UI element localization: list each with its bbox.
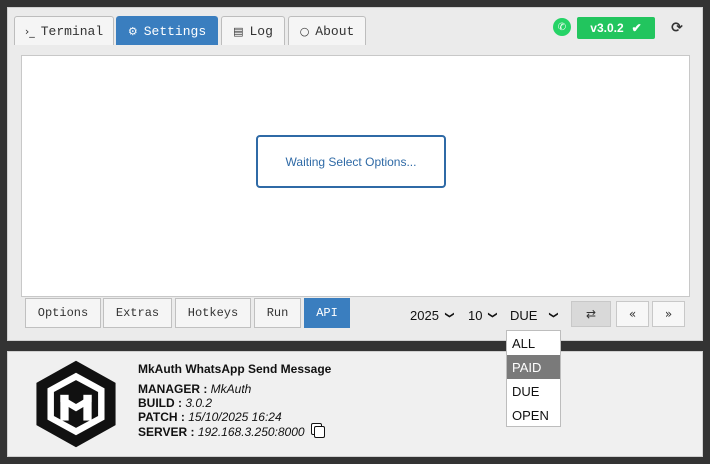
year-value: 2025 xyxy=(410,307,439,323)
year-select[interactable]: 2025 ❯ xyxy=(410,306,454,324)
comment-icon: ○ xyxy=(299,24,310,38)
retweet-button[interactable]: ⇄ xyxy=(571,301,611,327)
previous-button[interactable]: « xyxy=(616,301,649,327)
chevron-down-icon: ❯ xyxy=(443,311,454,319)
server-label: SERVER : xyxy=(138,425,195,439)
tab-about[interactable]: ○ About xyxy=(288,16,366,45)
gears-icon: ⚙ xyxy=(127,24,138,38)
next-button[interactable]: » xyxy=(652,301,685,327)
build-row: BUILD : 3.0.2 xyxy=(138,396,331,410)
option-open[interactable]: OPEN xyxy=(507,403,560,427)
api-button[interactable]: API xyxy=(304,298,350,328)
list-icon: ▤ xyxy=(233,24,244,38)
status-value: DUE xyxy=(510,307,538,323)
server-row: SERVER : 192.168.3.250:8000 xyxy=(138,424,331,439)
status-select[interactable]: DUE ❯ xyxy=(510,306,559,324)
patch-row: PATCH : 15/10/2025 16:24 xyxy=(138,410,331,424)
version-badge[interactable]: v3.0.2 ✔ xyxy=(577,17,655,39)
option-all[interactable]: ALL xyxy=(507,331,560,355)
manager-label: MANAGER : xyxy=(138,382,208,396)
status-dropdown: ALL PAID DUE OPEN xyxy=(506,330,561,427)
build-label: BUILD : xyxy=(138,396,182,410)
whatsapp-icon: ✆ xyxy=(553,18,571,36)
option-due[interactable]: DUE xyxy=(507,379,560,403)
retweet-icon: ⇄ xyxy=(585,307,597,321)
options-button[interactable]: Options xyxy=(25,298,101,328)
waiting-message: Waiting Select Options... xyxy=(256,135,446,188)
manager-row: MANAGER : MkAuth xyxy=(138,382,331,396)
patch-label: PATCH : xyxy=(138,410,185,424)
extras-button[interactable]: Extras xyxy=(103,298,172,328)
chevron-down-icon: ❯ xyxy=(487,311,498,319)
content-area: Waiting Select Options... xyxy=(21,55,690,297)
refresh-icon[interactable]: ⟳ xyxy=(666,17,688,39)
chevron-down-icon: ❯ xyxy=(548,311,559,319)
app-title: MkAuth WhatsApp Send Message xyxy=(138,362,332,376)
double-left-icon: « xyxy=(628,307,637,321)
tab-terminal[interactable]: ›_ Terminal xyxy=(14,16,114,45)
manager-value: MkAuth xyxy=(210,382,252,396)
tab-label: About xyxy=(315,23,355,39)
server-value: 192.168.3.250:8000 xyxy=(197,425,305,439)
patch-value: 15/10/2025 16:24 xyxy=(188,410,282,424)
about-panel: MkAuth WhatsApp Send Message MANAGER : M… xyxy=(7,351,703,457)
double-right-icon: » xyxy=(664,307,673,321)
version-label: v3.0.2 xyxy=(590,21,624,35)
tab-label: Log xyxy=(249,23,273,39)
month-value: 10 xyxy=(468,307,483,323)
mkauth-logo xyxy=(36,360,116,448)
terminal-icon: ›_ xyxy=(24,24,35,38)
month-select[interactable]: 10 ❯ xyxy=(468,306,498,324)
run-button[interactable]: Run xyxy=(254,298,301,328)
build-value: 3.0.2 xyxy=(185,396,213,410)
check-icon: ✔ xyxy=(631,21,642,35)
tab-label: Settings xyxy=(143,23,207,39)
copy-icon[interactable] xyxy=(313,426,325,438)
option-paid[interactable]: PAID xyxy=(507,355,560,379)
tab-label: Terminal xyxy=(40,23,104,39)
tab-log[interactable]: ▤ Log xyxy=(221,16,285,45)
tab-settings[interactable]: ⚙ Settings xyxy=(116,16,218,45)
about-info: MkAuth WhatsApp Send Message MANAGER : M… xyxy=(138,362,331,439)
hotkeys-button[interactable]: Hotkeys xyxy=(175,298,251,328)
main-panel: ›_ Terminal ⚙ Settings ▤ Log ○ About ✆ v… xyxy=(7,7,703,341)
